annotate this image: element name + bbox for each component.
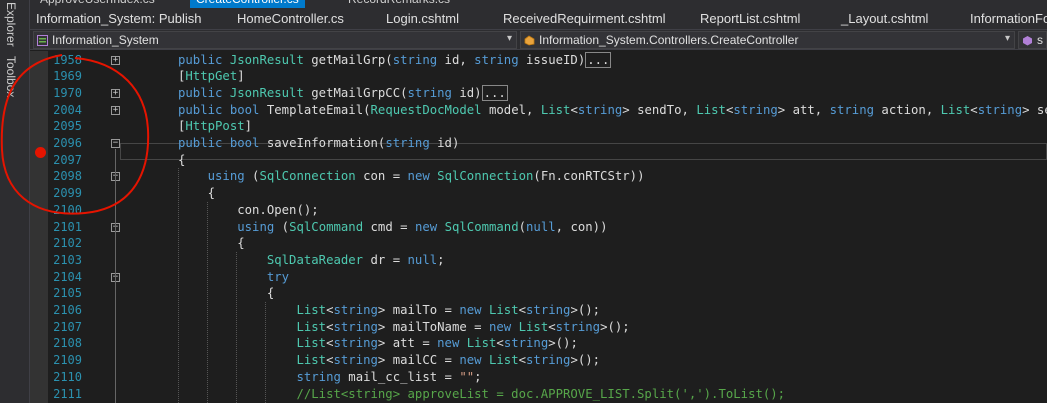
tab-information-form[interactable]: InformationFo bbox=[970, 11, 1047, 26]
class-dropdown[interactable]: Information_System.Controllers.CreateCon… bbox=[520, 31, 1015, 49]
line-number: 2103 bbox=[53, 252, 82, 267]
member-dropdown[interactable]: s bbox=[1018, 31, 1047, 49]
line-number: 2108 bbox=[53, 336, 82, 351]
chevron-down-icon: ▾ bbox=[1004, 33, 1010, 44]
code-line[interactable]: [HttpPost] bbox=[178, 118, 252, 135]
code-line[interactable]: [HttpGet] bbox=[178, 68, 245, 85]
document-tab-row-top: ApproveUserIndex.cs CreateController.cs … bbox=[30, 0, 1047, 8]
line-number: 2097 bbox=[53, 152, 82, 167]
line-number: 2098 bbox=[53, 169, 82, 184]
chevron-down-icon: ▾ bbox=[506, 33, 512, 44]
code-line[interactable]: public JsonResult getMailGrp(string id, … bbox=[178, 51, 612, 69]
project-name: Information_System bbox=[52, 33, 159, 47]
tab-received-requirment[interactable]: ReceivedRequirment.cshtml bbox=[503, 11, 666, 26]
line-number: 2109 bbox=[53, 353, 82, 368]
tab-report-list[interactable]: ReportList.cshtml bbox=[700, 11, 800, 26]
breakpoint-margin[interactable] bbox=[30, 51, 48, 403]
line-number: 2100 bbox=[53, 202, 82, 217]
tab-record-remarks[interactable]: RecordRemarks.cs bbox=[342, 0, 456, 8]
tab-approve-user-index[interactable]: ApproveUserIndex.cs bbox=[34, 0, 161, 8]
code-line[interactable]: public bool saveInformation(string id) bbox=[178, 135, 459, 152]
toolbox-tab[interactable]: Toolbox bbox=[4, 56, 18, 97]
expand-icon[interactable]: + bbox=[111, 105, 120, 115]
code-line[interactable]: try bbox=[178, 269, 289, 286]
expand-icon[interactable]: + bbox=[111, 55, 120, 65]
tab-home-controller[interactable]: HomeController.cs bbox=[237, 11, 344, 26]
line-number: 1970 bbox=[53, 85, 82, 100]
line-number: 2107 bbox=[53, 319, 82, 334]
line-number: 2096 bbox=[53, 136, 82, 150]
line-number: 2111 bbox=[53, 386, 82, 401]
expand-icon[interactable]: + bbox=[111, 88, 120, 98]
project-dropdown[interactable]: Information_System ▾ bbox=[33, 31, 517, 49]
line-number: 1958 bbox=[53, 52, 82, 67]
indent-guide bbox=[207, 201, 208, 403]
line-number: 2110 bbox=[53, 369, 82, 384]
member-name: s bbox=[1037, 33, 1043, 47]
line-number: 2004 bbox=[53, 102, 82, 117]
code-line[interactable]: using (SqlConnection con = new SqlConnec… bbox=[178, 168, 645, 185]
code-line[interactable]: con.Open(); bbox=[178, 202, 318, 219]
code-line[interactable]: string mail_cc_list = ""; bbox=[178, 369, 481, 386]
tab-layout[interactable]: _Layout.cshtml bbox=[841, 11, 928, 26]
code-line[interactable]: { bbox=[178, 152, 185, 169]
code-line[interactable]: List<string> mailToName = new List<strin… bbox=[178, 319, 629, 336]
code-line[interactable]: { bbox=[178, 285, 274, 302]
line-number: 2102 bbox=[53, 236, 82, 251]
line-number: 2106 bbox=[53, 303, 82, 317]
left-tool-strip: Explorer Toolbox bbox=[0, 0, 30, 403]
code-line[interactable]: { bbox=[178, 235, 244, 252]
line-number: 2104 bbox=[53, 269, 82, 284]
collapse-icon[interactable]: − bbox=[111, 139, 120, 148]
code-line[interactable]: using (SqlCommand cmd = new SqlCommand(n… bbox=[178, 219, 607, 236]
indent-guide bbox=[178, 168, 179, 403]
indent-guide bbox=[265, 302, 266, 403]
code-editor[interactable]: 1958 + public JsonResult getMailGrp(string… bbox=[30, 51, 1047, 403]
line-number: 1969 bbox=[53, 69, 82, 84]
tab-create-controller[interactable]: CreateController.cs bbox=[190, 0, 305, 8]
member-icon bbox=[1023, 36, 1032, 46]
code-line[interactable]: List<string> mailCC = new List<string>()… bbox=[178, 352, 600, 369]
code-line[interactable]: { bbox=[178, 185, 215, 202]
breakpoint-icon[interactable] bbox=[35, 147, 46, 158]
code-line[interactable]: List<string> att = new List<string>(); bbox=[178, 335, 577, 352]
document-tab-row: Information_System: Publish HomeControll… bbox=[30, 8, 1047, 30]
navigation-bar: Information_System ▾ Information_System.… bbox=[30, 30, 1047, 50]
line-number: 2101 bbox=[53, 219, 82, 234]
class-path: Information_System.Controllers.CreateCon… bbox=[539, 33, 799, 47]
code-line[interactable]: SqlDataReader dr = null; bbox=[178, 252, 445, 269]
explorer-tab[interactable]: Explorer bbox=[4, 2, 18, 47]
code-line[interactable]: public bool TemplateEmail(RequestDocMode… bbox=[178, 102, 1047, 119]
line-number: 2099 bbox=[53, 186, 82, 201]
tab-login[interactable]: Login.cshtml bbox=[386, 11, 459, 26]
line-number: 2095 bbox=[53, 119, 82, 134]
line-number: 2105 bbox=[53, 286, 82, 301]
tab-publish[interactable]: Information_System: Publish bbox=[36, 11, 201, 26]
class-icon bbox=[524, 35, 535, 46]
fold-guide-line bbox=[115, 149, 116, 403]
code-line[interactable]: public JsonResult getMailGrpCC(string id… bbox=[178, 84, 508, 102]
indent-guide bbox=[236, 251, 237, 403]
code-line[interactable]: List<string> mailTo = new List<string>()… bbox=[178, 302, 600, 319]
project-icon bbox=[37, 35, 48, 46]
code-line[interactable]: //List<string> approveList = doc.APPROVE… bbox=[178, 386, 785, 403]
